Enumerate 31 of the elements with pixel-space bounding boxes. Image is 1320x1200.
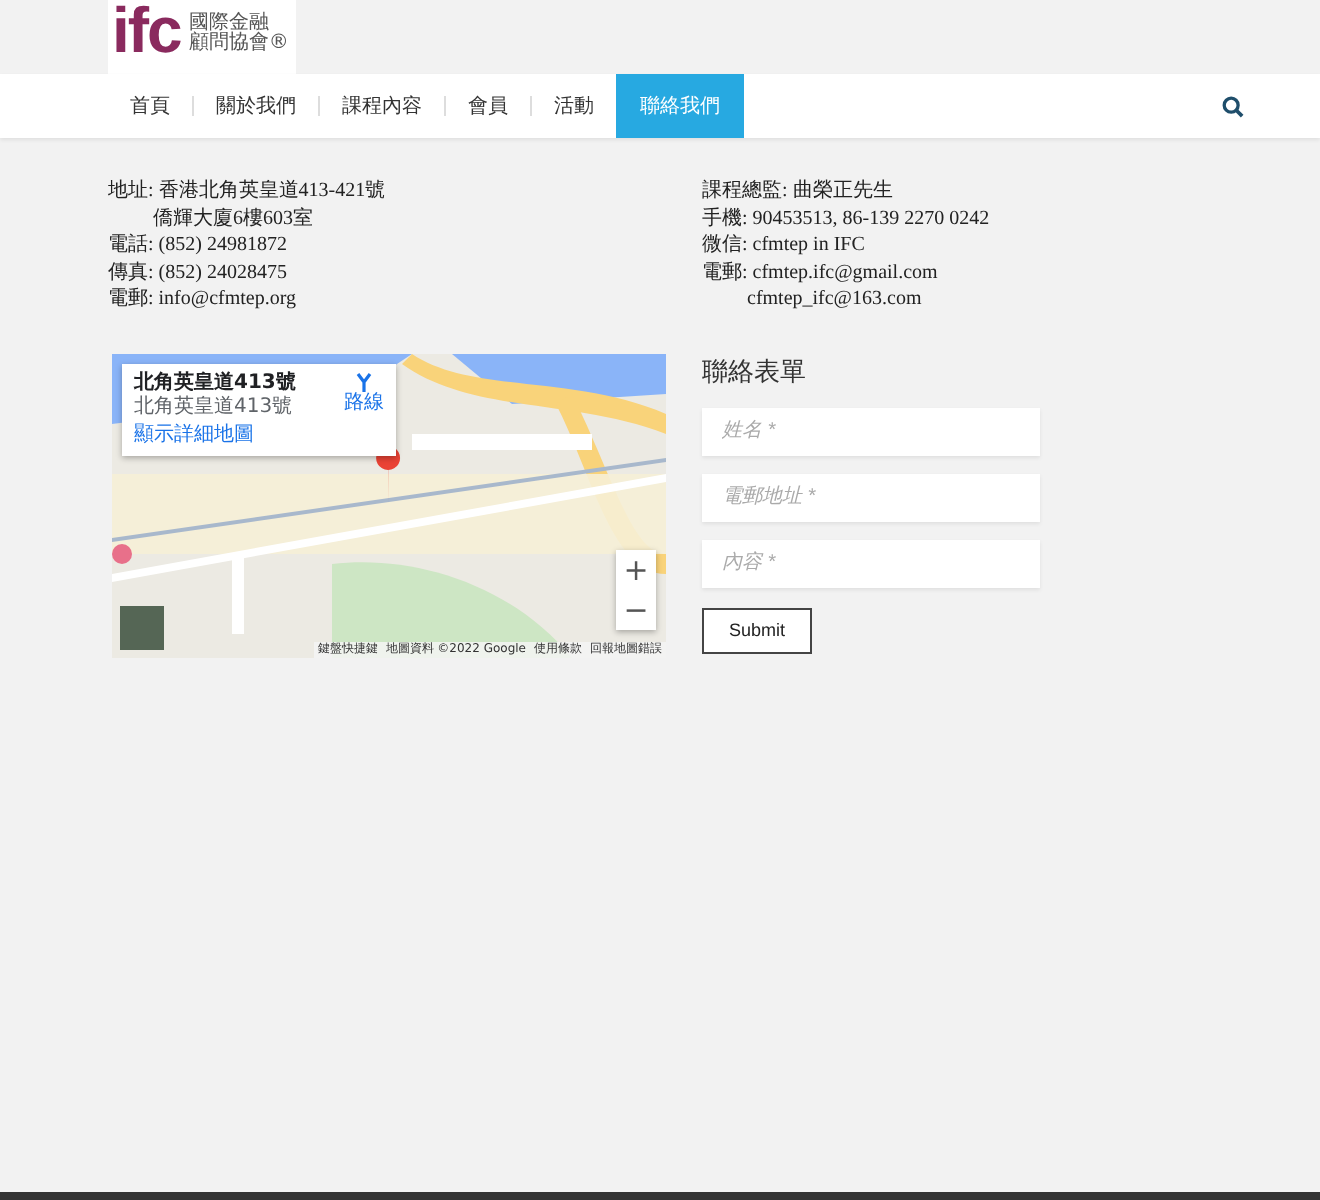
larger-map-link[interactable]: 顯示詳細地圖 [134,421,296,448]
nav-tab[interactable]: 首頁 [108,74,192,138]
zoom-in-button[interactable]: + [616,549,656,590]
nav-tab[interactable]: 課程內容 [320,74,444,138]
logo-text: 國際金融 [188,14,269,34]
search-icon[interactable] [1222,95,1244,117]
form-title: 聯絡表單 [702,355,808,390]
logo-mark: ifc [112,6,181,54]
contact-line: 僑輝大廈6樓603室 [151,205,315,233]
contact-line: 電郵: cfmtep.ifc@gmail.com [702,259,940,287]
contact-line: 地址: 香港北角英皇道413-421號 [108,178,388,206]
contact-line: 手機: 90453513, 86-139 2270 0242 [702,205,992,233]
zoom-out-button[interactable]: − [616,589,656,630]
contact-line: 傳真: (852) 24028475 [108,259,289,287]
input-field[interactable]: 電郵地址 * [702,473,1040,522]
directions-button[interactable]: 路線 [344,371,384,448]
fork-arrow-icon [354,371,374,392]
logo-text: 顧問協會® [188,34,289,54]
input-field[interactable]: 姓名 * [702,407,1040,456]
contact-line: cfmtep_ifc@163.com [745,286,924,314]
place-title: 北角英皇道413號 [134,371,296,394]
place-address: 北角英皇道413號 [134,395,295,420]
contact-line: 微信: cfmtep in IFC [702,232,867,260]
contact-line: 電郵: info@cfmtep.org [108,286,299,314]
nav-tab[interactable]: 活動 [532,74,616,138]
input-field[interactable]: 內容 * [702,539,1040,588]
nav-tab[interactable]: 會員 [446,74,530,138]
nav-tab[interactable]: 關於我們 [194,74,318,138]
contact-line: 課程總監: 曲榮正先生 [702,178,895,206]
contact-line: 電話: (852) 24981872 [108,232,289,260]
submit-button[interactable]: Submit [702,607,812,654]
